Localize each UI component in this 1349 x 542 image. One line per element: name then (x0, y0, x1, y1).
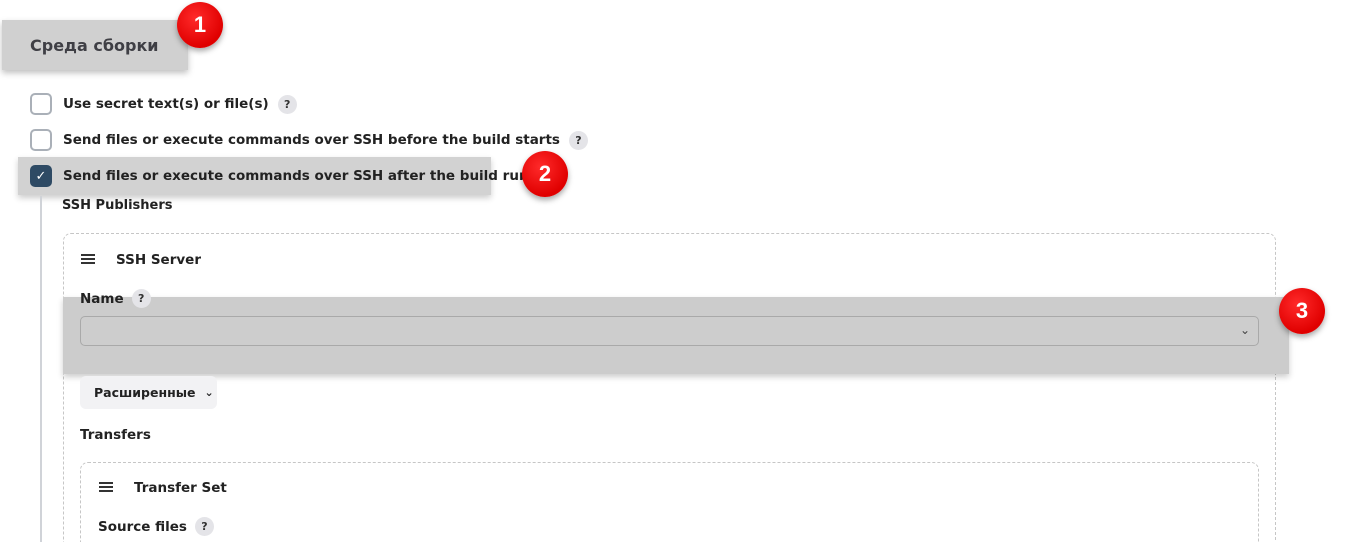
annotation-badge-3: 3 (1279, 288, 1325, 334)
help-icon[interactable]: ? (131, 289, 151, 308)
transfer-set-box (80, 462, 1259, 542)
ssh-server-name-select[interactable]: ⌄ (80, 316, 1259, 346)
ssh-server-title: SSH Server (116, 252, 201, 268)
option-ssh-before-build[interactable]: Send files or execute commands over SSH … (30, 129, 588, 151)
option-label: Use secret text(s) or file(s) (63, 96, 269, 112)
help-icon[interactable]: ? (568, 130, 588, 150)
annotation-badge-2: 2 (522, 151, 568, 197)
drag-handle-icon[interactable] (99, 482, 113, 492)
checkbox-use-secret[interactable] (30, 93, 52, 115)
nested-section-line (40, 196, 42, 542)
advanced-button-label: Расширенные (94, 385, 196, 400)
transfer-set-title: Transfer Set (134, 480, 227, 496)
chevron-down-icon: ⌄ (204, 386, 214, 399)
section-title: Среда сборки (2, 20, 188, 70)
ssh-publishers-label: SSH Publishers (62, 198, 173, 213)
checkbox-ssh-after-build[interactable]: ✓ (30, 165, 52, 187)
advanced-button[interactable]: Расширенные ⌄ (80, 376, 217, 409)
option-label: Send files or execute commands over SSH … (63, 132, 560, 148)
name-field-label: Name ? (80, 289, 151, 308)
help-icon[interactable]: ? (277, 94, 297, 114)
option-use-secret[interactable]: Use secret text(s) or file(s) ? (30, 93, 297, 115)
source-files-text: Source files (98, 518, 187, 535)
checkbox-ssh-before-build[interactable] (30, 129, 52, 151)
transfers-label: Transfers (80, 427, 151, 443)
option-label: Send files or execute commands over SSH … (63, 168, 537, 184)
option-ssh-after-build[interactable]: ✓ Send files or execute commands over SS… (30, 165, 565, 187)
source-files-label: Source files ? (98, 517, 214, 536)
help-icon[interactable]: ? (194, 517, 214, 536)
name-label-text: Name (80, 290, 124, 307)
drag-handle-icon[interactable] (81, 254, 95, 264)
check-icon: ✓ (35, 168, 47, 184)
annotation-badge-1: 1 (177, 2, 223, 48)
chevron-down-icon: ⌄ (1239, 323, 1250, 337)
